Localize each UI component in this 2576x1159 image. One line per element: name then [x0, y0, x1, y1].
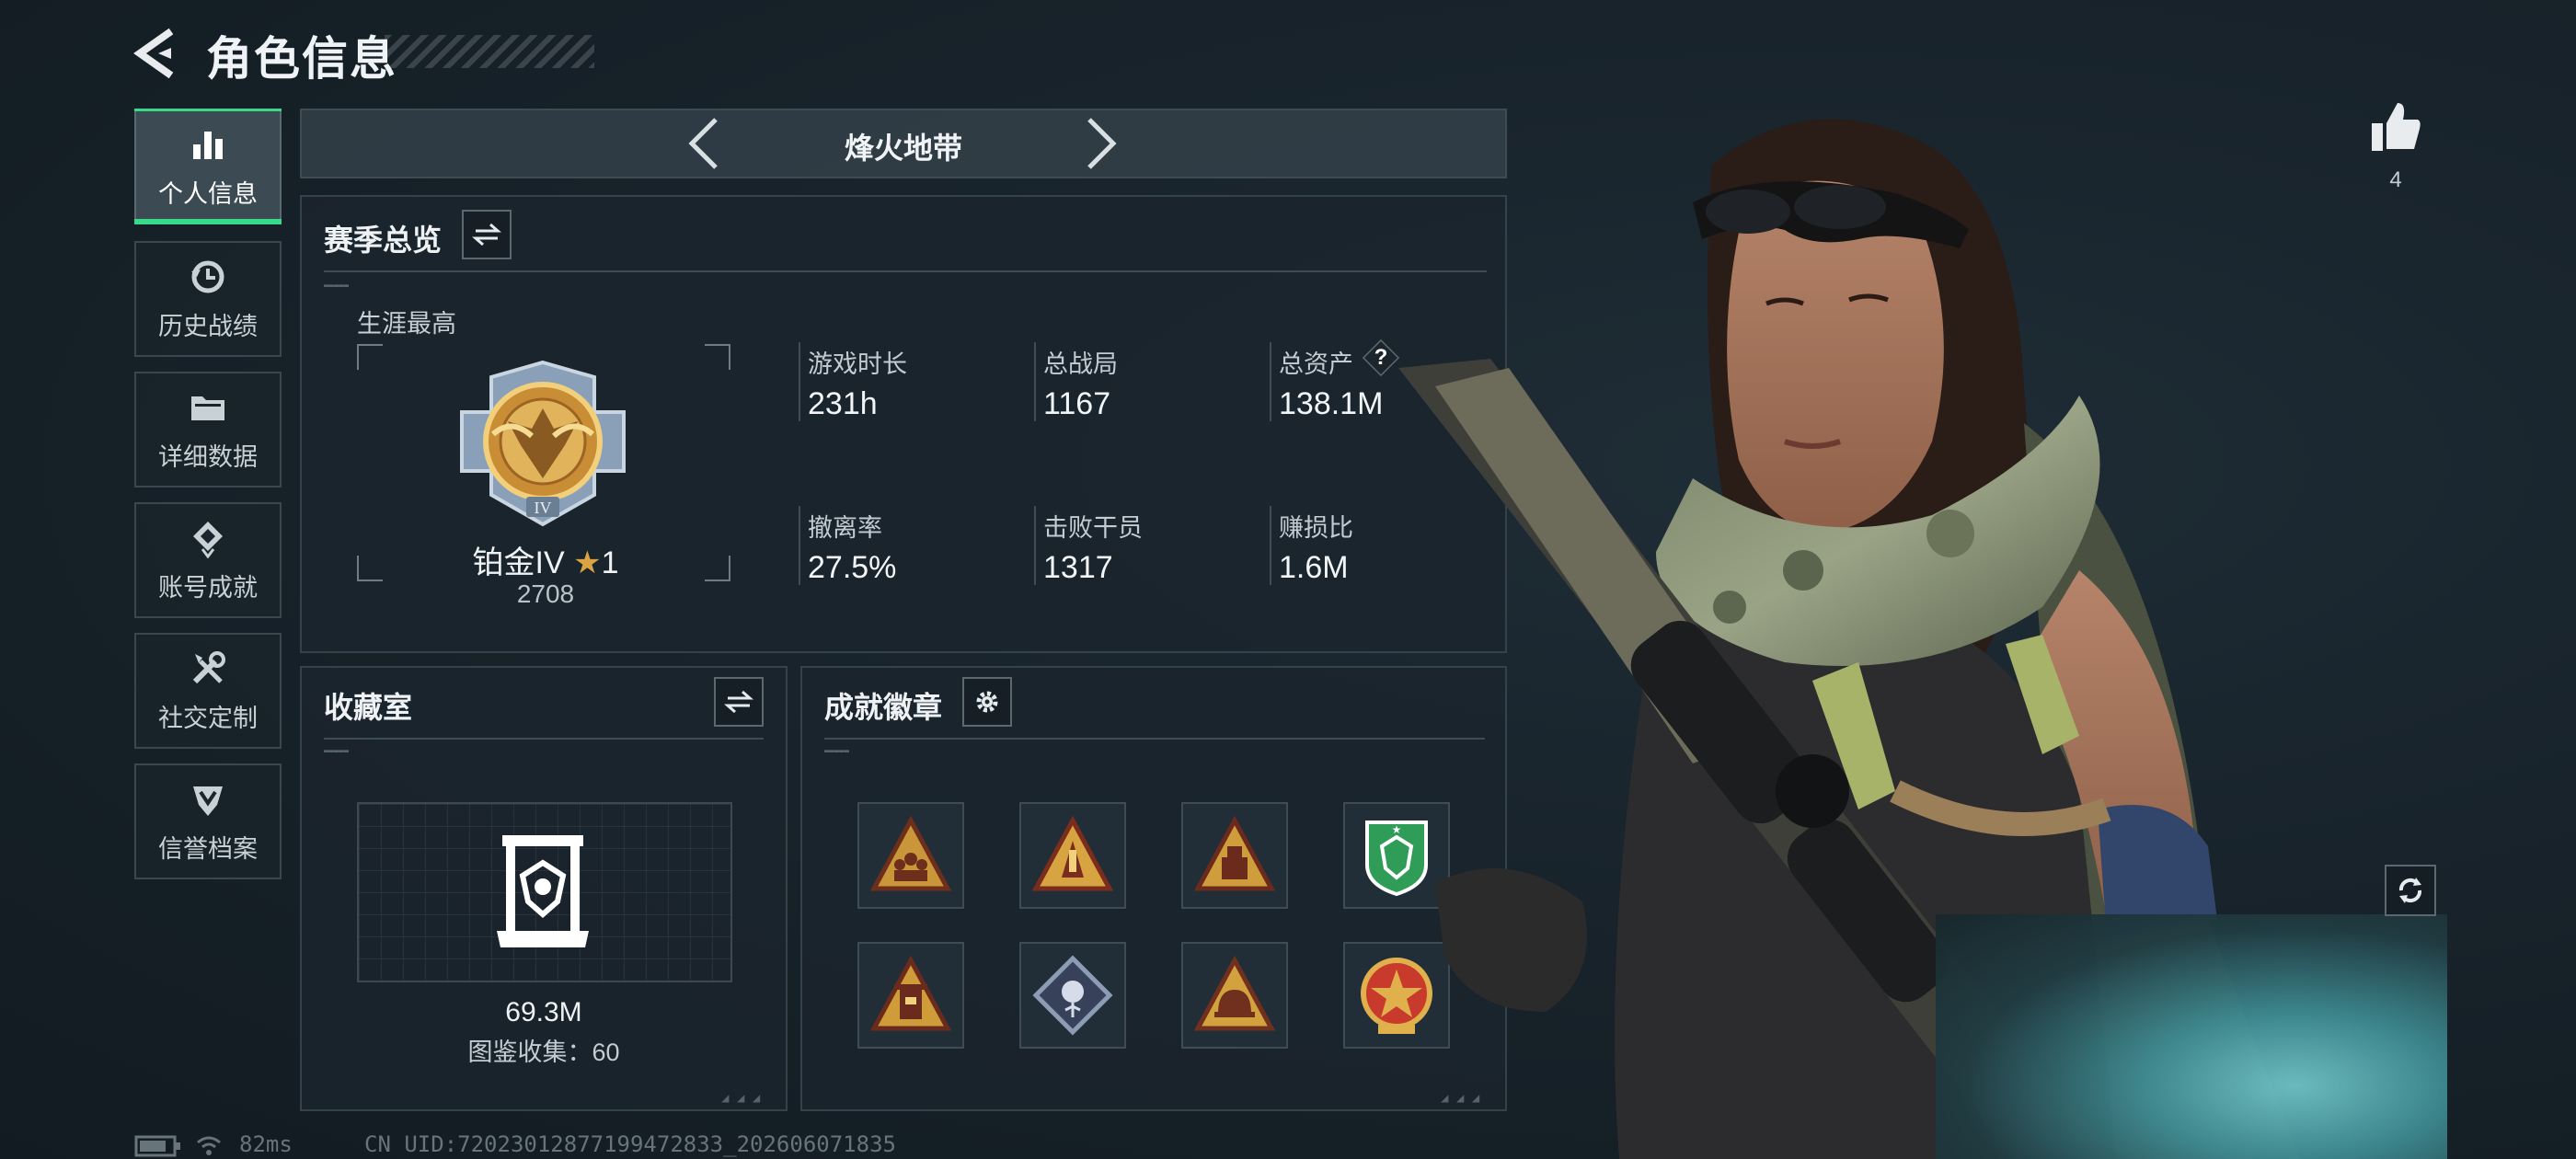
swap-icon: [472, 223, 501, 247]
stat-value: 1.6M: [1279, 550, 1349, 585]
decor-tag: ▬▬▬▬▬: [324, 747, 350, 756]
sidebar-item-details[interactable]: 详细数据: [134, 372, 282, 488]
stat-divider: [1034, 506, 1036, 585]
stat-divider: [1034, 342, 1036, 421]
stat-value: 231h: [808, 386, 878, 421]
chevron-left-icon: [688, 118, 718, 169]
season-overview-title: 赛季总览: [324, 224, 443, 257]
rotate-model-button[interactable]: [2385, 865, 2436, 916]
divider: [324, 738, 764, 740]
rank-emblem-icon: IV: [460, 360, 626, 527]
team-triangle-badge-icon: [869, 815, 952, 891]
sidebar-item-label: 账号成就: [158, 573, 258, 602]
stat-label: 赚损比: [1279, 514, 1353, 542]
rank-emblem-numeral: IV: [535, 499, 552, 517]
map-name: 烽火地带: [844, 132, 962, 165]
page-title: 角色信息: [206, 33, 397, 85]
achievement-icon: [193, 521, 223, 558]
history-icon: [191, 260, 224, 293]
sidebar-item-profile[interactable]: 个人信息: [134, 109, 282, 224]
prev-map-button[interactable]: [681, 114, 727, 173]
decor-tag: ▬▬▬▬▬: [824, 747, 850, 756]
tools-icon: [192, 650, 225, 683]
bar-chart-icon: [193, 131, 223, 159]
map-selector: 烽火地带: [300, 109, 1507, 178]
frame-corner: [705, 344, 730, 370]
decorative-overlay: [1936, 914, 2447, 1159]
stat-value: 1167: [1043, 386, 1111, 421]
rank-name: 铂金IV: [472, 545, 565, 580]
achievement-badge[interactable]: [1019, 942, 1126, 1049]
collection-switch-button[interactable]: [714, 677, 764, 727]
stat-value: 1317: [1043, 550, 1113, 585]
swap-icon: [724, 690, 753, 714]
stat-divider: [1270, 342, 1271, 421]
sidebar-item-label: 详细数据: [158, 442, 258, 471]
achievements-title: 成就徽章: [824, 691, 943, 724]
achievement-badge[interactable]: [1181, 802, 1288, 909]
sidebar-item-achievements[interactable]: 账号成就: [134, 502, 282, 618]
divider: [324, 270, 1487, 272]
achievements-settings-button[interactable]: [962, 677, 1012, 727]
sidebar-item-label: 历史战绩: [158, 312, 258, 340]
stat-divider: [1270, 506, 1271, 585]
display-case-icon: [497, 835, 589, 947]
catalog-count: 图鉴收集：60: [467, 1039, 620, 1066]
next-map-button[interactable]: [1078, 114, 1124, 173]
diamond-rose-badge-icon: [1032, 955, 1113, 1036]
stat-label: 游戏时长: [808, 350, 907, 378]
rank-stars: 1: [601, 545, 619, 580]
thumbs-up-icon: [2372, 103, 2421, 151]
crate-triangle-badge-icon: [1193, 815, 1276, 891]
back-button[interactable]: [131, 26, 182, 81]
back-arrow-icon: [133, 28, 174, 79]
achievement-badge[interactable]: [857, 802, 964, 909]
collection-value: 69.3M: [505, 997, 582, 1027]
sidebar-item-reputation[interactable]: 信誉档案: [134, 763, 282, 879]
stat-label: 总资产: [1279, 350, 1353, 378]
folder-icon: [191, 396, 224, 420]
frame-corner: [357, 344, 383, 370]
gear-icon: [976, 691, 998, 713]
stat-divider: [799, 342, 800, 421]
sidebar-item-social[interactable]: 社交定制: [134, 633, 282, 749]
stat-value: 27.5%: [808, 550, 897, 585]
rank-star-icon: ★: [573, 545, 602, 580]
stat-value: 138.1M: [1279, 386, 1384, 421]
refresh-icon: [2398, 878, 2422, 903]
collection-title: 收藏室: [324, 691, 413, 724]
rank-score: 2708: [516, 580, 575, 608]
wifi-icon: [197, 1136, 221, 1155]
career-best-label: 生涯最高: [357, 310, 456, 338]
decor-tag: ◢ ◢ ◢: [721, 1091, 761, 1106]
sidebar-item-label: 社交定制: [158, 704, 258, 732]
helmet-triangle-badge-icon: [1193, 955, 1276, 1031]
decor-tag: ▬▬▬▬▬: [324, 281, 350, 291]
stat-label: 击败干员: [1043, 514, 1143, 542]
like-count: 4: [2389, 167, 2402, 192]
uid-label: CN UID:7202301287719947283​3_20260607183…: [364, 1131, 896, 1157]
sidebar-item-label: 个人信息: [158, 179, 258, 208]
stat-label: 撤离率: [808, 514, 882, 542]
chevron-right-icon: [1087, 118, 1117, 169]
achievement-badge[interactable]: [857, 942, 964, 1049]
sidebar-item-label: 信誉档案: [158, 834, 258, 863]
ping-readout: 82ms: [239, 1131, 293, 1157]
stat-divider: [799, 506, 800, 585]
sidebar-item-history[interactable]: 历史战绩: [134, 241, 282, 357]
season-switch-button[interactable]: [462, 210, 512, 259]
like-button[interactable]: 4: [2363, 101, 2429, 202]
achievement-badge[interactable]: [1019, 802, 1126, 909]
battery-icon: [134, 1135, 180, 1157]
stat-label: 总战局: [1043, 350, 1118, 378]
number-one-triangle-badge-icon: [1031, 815, 1114, 891]
tower-triangle-badge-icon: [869, 955, 952, 1031]
title-decoration: [385, 35, 594, 68]
achievement-badge[interactable]: [1181, 942, 1288, 1049]
shield-icon: [193, 786, 223, 816]
rank-label: 铂金IV ★1: [357, 537, 734, 582]
